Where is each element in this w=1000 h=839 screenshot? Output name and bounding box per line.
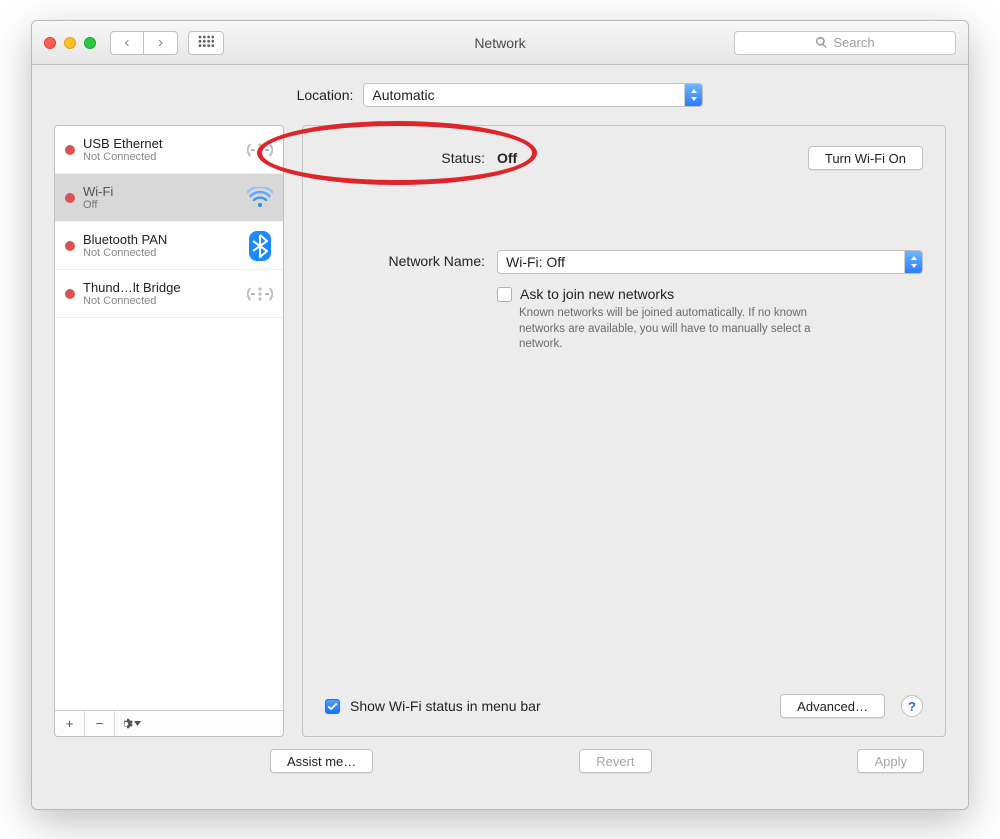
status-dot-icon (65, 289, 75, 299)
wifi-icon (245, 187, 275, 209)
location-row: Location: Automatic (54, 83, 946, 107)
network-name-label: Network Name: (325, 250, 485, 269)
search-input[interactable]: Search (734, 31, 956, 55)
titlebar: ‹ › Network Search (32, 21, 968, 65)
search-icon (815, 36, 828, 49)
interface-toolbar: + − (55, 710, 283, 736)
footer: Assist me… Revert Apply (54, 737, 946, 791)
interface-sidebar: USB Ethernet Not Connected Wi-Fi Off (54, 125, 284, 737)
location-value: Automatic (372, 87, 434, 103)
main-row: USB Ethernet Not Connected Wi-Fi Off (54, 125, 946, 737)
assist-me-button[interactable]: Assist me… (270, 749, 373, 773)
bluetooth-icon (245, 231, 275, 261)
revert-button[interactable]: Revert (579, 749, 651, 773)
ask-to-join-checkbox[interactable] (497, 287, 512, 302)
network-name-value: Wi-Fi: Off (506, 254, 565, 270)
interface-list: USB Ethernet Not Connected Wi-Fi Off (55, 126, 283, 710)
interface-label-group: Thund…lt Bridge Not Connected (83, 280, 237, 307)
interface-actions-button[interactable] (115, 711, 145, 736)
window-controls (44, 37, 96, 49)
interface-bluetooth-pan[interactable]: Bluetooth PAN Not Connected (55, 222, 283, 270)
status-dot-icon (65, 193, 75, 203)
ask-to-join-row: Ask to join new networks (497, 286, 923, 302)
status-dot-icon (65, 145, 75, 155)
status-value: Off (497, 150, 517, 166)
nav-buttons: ‹ › (110, 31, 178, 55)
ask-to-join-help: Known networks will be joined automatica… (497, 306, 827, 353)
gear-icon (119, 717, 141, 731)
location-select[interactable]: Automatic (363, 83, 703, 107)
interface-name: Bluetooth PAN (83, 232, 237, 247)
help-button[interactable]: ? (901, 695, 923, 717)
show-all-button[interactable] (188, 31, 224, 55)
interface-status: Not Connected (83, 295, 237, 307)
zoom-window-button[interactable] (84, 37, 96, 49)
minus-icon: − (96, 716, 104, 731)
interface-thunderbolt-bridge[interactable]: Thund…lt Bridge Not Connected (55, 270, 283, 318)
question-icon: ? (908, 699, 916, 714)
interface-name: Wi-Fi (83, 184, 237, 199)
status-row: Status: Off Turn Wi-Fi On (325, 146, 923, 170)
advanced-button[interactable]: Advanced… (780, 694, 885, 718)
turn-wifi-on-button[interactable]: Turn Wi-Fi On (808, 146, 923, 170)
apply-button[interactable]: Apply (857, 749, 924, 773)
interface-status: Off (83, 199, 237, 211)
ask-to-join-label: Ask to join new networks (520, 286, 674, 302)
ethernet-icon (245, 284, 275, 304)
show-menu-checkbox[interactable] (325, 699, 340, 714)
network-name-select[interactable]: Wi-Fi: Off (497, 250, 923, 274)
chevron-left-icon: ‹ (125, 34, 130, 51)
interface-status: Not Connected (83, 247, 237, 259)
add-interface-button[interactable]: + (55, 711, 85, 736)
search-placeholder: Search (833, 35, 874, 50)
status-dot-icon (65, 241, 75, 251)
interface-usb-ethernet[interactable]: USB Ethernet Not Connected (55, 126, 283, 174)
interface-status: Not Connected (83, 151, 237, 163)
interface-wifi[interactable]: Wi-Fi Off (55, 174, 283, 222)
plus-icon: + (66, 716, 74, 731)
status-label: Status: (325, 150, 485, 166)
show-menu-label: Show Wi-Fi status in menu bar (350, 698, 541, 714)
forward-button[interactable]: › (144, 31, 178, 55)
network-name-row: Network Name: Wi-Fi: Off Ask to join new… (325, 250, 923, 353)
dropdown-arrow-icon (904, 251, 922, 273)
grid-icon (198, 35, 214, 51)
back-button[interactable]: ‹ (110, 31, 144, 55)
interface-label-group: USB Ethernet Not Connected (83, 136, 237, 163)
bottom-row: Show Wi-Fi status in menu bar Advanced… … (325, 694, 923, 718)
remove-interface-button[interactable]: − (85, 711, 115, 736)
close-window-button[interactable] (44, 37, 56, 49)
detail-panel: Status: Off Turn Wi-Fi On Network Name: … (302, 125, 946, 737)
content: Location: Automatic USB Ethernet Not Con… (32, 65, 968, 809)
chevron-right-icon: › (158, 34, 163, 51)
network-preferences-window: ‹ › Network Search Location: (31, 20, 969, 810)
interface-label-group: Bluetooth PAN Not Connected (83, 232, 237, 259)
interface-name: USB Ethernet (83, 136, 237, 151)
minimize-window-button[interactable] (64, 37, 76, 49)
dropdown-arrow-icon (684, 84, 702, 106)
interface-label-group: Wi-Fi Off (83, 184, 237, 211)
interface-name: Thund…lt Bridge (83, 280, 237, 295)
location-label: Location: (297, 87, 354, 103)
ethernet-icon (245, 140, 275, 160)
